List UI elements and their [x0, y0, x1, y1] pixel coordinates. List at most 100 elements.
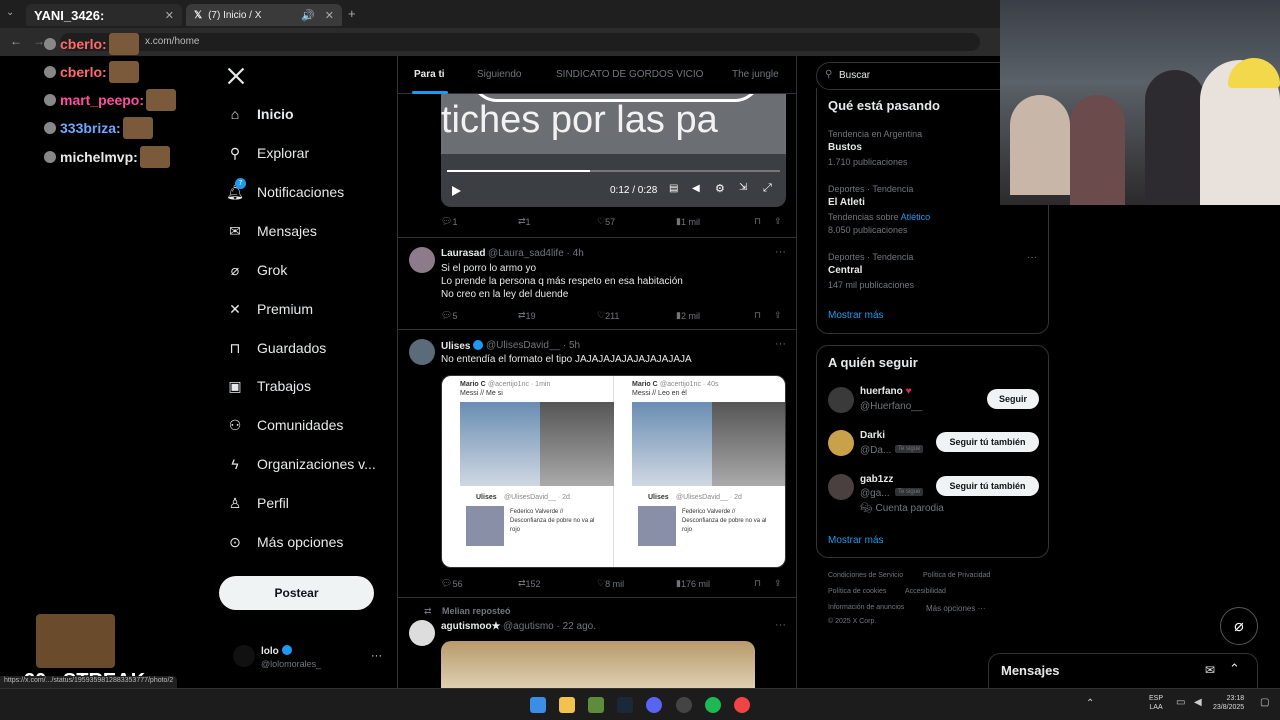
volume-icon[interactable]: ◀ [692, 183, 700, 194]
reply-button[interactable]: 💬︎ 56 [441, 578, 462, 589]
avatar[interactable] [828, 387, 854, 413]
views-button[interactable]: ▮ 176 mil [676, 578, 710, 589]
tab-siguiendo[interactable]: Siguiendo [477, 69, 521, 80]
post-handle[interactable]: @agutismo · 22 ago. [503, 621, 596, 632]
more-icon[interactable]: ··· [371, 650, 382, 662]
follow-name[interactable]: huerfano ♥ [860, 386, 912, 397]
new-message-icon[interactable]: ✉ [1205, 663, 1215, 677]
chrome-icon[interactable] [734, 697, 750, 713]
follow-name[interactable]: Darki [860, 430, 885, 441]
post-author[interactable]: Laurasad [441, 248, 485, 259]
share-icon[interactable]: ⇪ [774, 578, 782, 589]
footer-link[interactable]: Condiciones de Servicio [828, 572, 903, 579]
app-icon[interactable] [588, 697, 604, 713]
like-button[interactable]: ♡ 57 [597, 216, 615, 227]
post-handle[interactable]: @Laura_sad4life · 4h [488, 248, 584, 259]
close-icon[interactable]: ✕ [165, 9, 174, 22]
pip-icon[interactable]: ⇲ [739, 182, 747, 193]
post-author[interactable]: agutismoo★ [441, 621, 501, 632]
obs-icon[interactable] [676, 697, 692, 713]
bookmark-icon[interactable]: ⊓ [754, 310, 761, 321]
bookmark-icon[interactable]: ⊓ [754, 216, 761, 227]
tab-the-jungle[interactable]: The jungle [732, 69, 779, 80]
browser-tab-stream[interactable]: YANI_3426: ✕ [26, 4, 182, 26]
messages-drawer[interactable]: Mensajes ✉ ⌃ [988, 653, 1258, 689]
spotify-icon[interactable] [705, 697, 721, 713]
language-indicator[interactable]: ESP LAA [1149, 694, 1163, 712]
nav-item-trabajos[interactable]: ▣ Trabajos [226, 374, 311, 398]
post-video[interactable]: tiches por las pa 0:12 / 0:28 ▤ ◀ ⚙ ⇲ ⤢ … [398, 94, 796, 238]
url-input[interactable]: x.com/home [60, 33, 980, 51]
clock[interactable]: 23:18 23/8/2025 [1213, 694, 1244, 712]
captions-icon[interactable]: ▤ [669, 183, 678, 194]
follow-back-button[interactable]: Seguir tú también [936, 476, 1039, 496]
repost-note[interactable]: Melian reposteó [442, 606, 511, 616]
search-input[interactable]: ⚲ Buscar [816, 62, 1016, 90]
trends-show-more[interactable]: Mostrar más [828, 310, 884, 321]
footer-link[interactable]: Política de cookies [828, 588, 886, 595]
volume-icon[interactable]: ◀ [1194, 697, 1202, 708]
nav-item-comunidades[interactable]: ⚇ Comunidades [226, 413, 344, 437]
nav-item-guardados[interactable]: ⊓ Guardados [226, 336, 327, 360]
footer-link[interactable]: Información de anuncios [828, 604, 904, 611]
chevron-up-icon[interactable]: ⌃ [1229, 661, 1240, 677]
nav-item-organizaciones-v[interactable]: ϟ Organizaciones v... [226, 452, 376, 476]
nav-item-explorar[interactable]: ⚲ Explorar [226, 141, 309, 165]
reply-button[interactable]: 💬︎ 5 [441, 310, 457, 321]
views-button[interactable]: ▮ 2 mil [676, 310, 700, 321]
avatar[interactable] [828, 430, 854, 456]
post-author[interactable]: Ulises [441, 340, 484, 352]
repost-button[interactable]: ⇄ 152 [518, 578, 541, 589]
follow-back-button[interactable]: Seguir tú también [936, 432, 1039, 452]
post-image[interactable]: Mario C @acertijo1nc · 1min Messi // Me … [441, 375, 786, 568]
like-button[interactable]: ♡ 211 [597, 310, 619, 321]
views-button[interactable]: ▮ 1 mil [676, 216, 700, 227]
avatar[interactable] [409, 339, 435, 365]
tab-sindicato[interactable]: SINDICATO DE GORDOS VICIO [556, 69, 703, 80]
speaker-icon[interactable]: 🔊 [301, 9, 315, 22]
steam-icon[interactable] [617, 697, 633, 713]
follow-name[interactable]: gab1zz [860, 474, 893, 485]
new-tab-button[interactable]: + [348, 6, 356, 21]
avatar[interactable] [409, 620, 435, 646]
post-agutismo[interactable]: ⇄ Melian reposteó agutismoo★ @agutismo ·… [398, 598, 796, 696]
footer-link[interactable]: Política de Privacidad [923, 572, 990, 579]
like-button[interactable]: ♡ 8 mil [597, 578, 624, 589]
trend-extra-link[interactable]: Atlético [901, 212, 931, 222]
avatar[interactable] [233, 645, 255, 667]
share-icon[interactable]: ⇪ [774, 216, 782, 227]
fullscreen-icon[interactable]: ⤢ [763, 182, 772, 195]
follow-button[interactable]: Seguir [987, 389, 1039, 409]
nav-item-premium[interactable]: ✕ Premium [226, 297, 313, 321]
start-icon[interactable] [530, 697, 546, 713]
footer-link[interactable]: Accesibilidad [905, 588, 946, 595]
grok-button[interactable]: ⌀ [1220, 607, 1258, 645]
x-logo-icon[interactable] [226, 66, 248, 88]
post-handle[interactable]: @UlisesDavid__ · 5h [486, 340, 580, 351]
repost-button[interactable]: ⇄ 19 [518, 310, 536, 321]
follow-show-more[interactable]: Mostrar más [828, 535, 884, 546]
nav-item-grok[interactable]: ⌀ Grok [226, 258, 288, 282]
tab-para-ti[interactable]: Para ti [414, 69, 445, 80]
post-laurasad[interactable]: Laurasad @Laura_sad4life · 4h ··· Si el … [398, 238, 796, 330]
more-icon[interactable]: ··· [1027, 252, 1037, 263]
nav-item-perfil[interactable]: ♙ Perfil [226, 491, 289, 515]
video-player[interactable]: tiches por las pa 0:12 / 0:28 ▤ ◀ ⚙ ⇲ ⤢ [441, 94, 786, 207]
notification-icon[interactable]: ▢ [1260, 697, 1269, 708]
reply-button[interactable]: 💬︎ 1 [441, 216, 457, 227]
play-icon[interactable] [450, 184, 462, 202]
nav-item-inicio[interactable]: ⌂ Inicio [226, 102, 294, 126]
avatar[interactable] [828, 474, 854, 500]
nav-item-más-opciones[interactable]: ⊙ Más opciones [226, 530, 343, 554]
bookmark-icon[interactable]: ⊓ [754, 578, 761, 589]
nav-item-notificaciones[interactable]: 🔔︎ 7 Notificaciones [226, 178, 344, 204]
avatar[interactable] [409, 247, 435, 273]
footer-link[interactable]: Más opciones ··· [926, 604, 986, 613]
more-icon[interactable]: ··· [775, 246, 786, 258]
close-icon[interactable]: ✕ [325, 9, 334, 22]
folder-icon[interactable] [559, 697, 575, 713]
browser-tab-x[interactable]: 𝕏 (7) Inicio / X 🔊 ✕ [186, 4, 342, 26]
discord-icon[interactable] [646, 697, 662, 713]
more-icon[interactable]: ··· [775, 619, 786, 631]
chevron-up-icon[interactable]: ⌃ [1086, 698, 1094, 709]
